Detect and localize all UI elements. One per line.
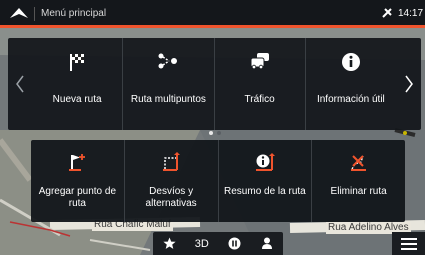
tile-label: Agregar punto de ruta (38, 186, 117, 209)
clock: 14:17 (398, 8, 424, 19)
pause-button[interactable] (218, 232, 251, 255)
tile-label: Resumo de la ruta (224, 186, 306, 197)
map-toolbar: 3D (153, 232, 283, 255)
tile-label: Tráfico (244, 94, 275, 105)
useful-info-button[interactable]: Información útil (304, 38, 396, 130)
add-waypoint-button[interactable]: Agregar punto de ruta (31, 140, 124, 222)
chevron-right-icon (405, 75, 413, 93)
detours-button[interactable]: Desvíos y alternativas (123, 140, 218, 222)
tile-label: Nueva ruta (52, 94, 102, 105)
delete-route-button[interactable]: Eliminar ruta (311, 140, 405, 222)
main-menu-panel: Nueva ruta Ruta multipuntos Tráfico Info… (8, 38, 421, 135)
traffic-cars-icon (250, 53, 269, 70)
divider (34, 7, 35, 21)
star-icon (163, 237, 176, 249)
chevron-left-icon (16, 75, 24, 93)
page-dot (208, 131, 213, 135)
page-dot (216, 131, 221, 135)
pause-icon (228, 237, 241, 250)
user-button[interactable] (251, 232, 284, 255)
next-page-button[interactable] (397, 38, 421, 130)
back-arrow-icon[interactable] (8, 6, 30, 20)
route-summary-icon (255, 153, 275, 171)
route-menu-panel: Agregar punto de ruta Desvíos y alternat… (31, 140, 405, 222)
tile-label: Desvíos y alternativas (145, 186, 197, 209)
tile-label: Eliminar ruta (330, 186, 387, 197)
tile-label: Información útil (316, 94, 385, 105)
tile-label: Ruta multipuntos (130, 94, 206, 105)
main-menu-button[interactable] (392, 232, 425, 255)
gps-signal-icon (382, 8, 392, 18)
previous-page-button[interactable] (8, 38, 32, 130)
traffic-button[interactable]: Tráfico (213, 38, 305, 130)
hamburger-menu-icon (400, 237, 417, 250)
screen-title: Menú principal (41, 8, 107, 19)
route-summary-button[interactable]: Resumo de la ruta (217, 140, 312, 222)
status-bar: Menú principal 14:17 (0, 0, 425, 28)
detour-icon (163, 152, 181, 171)
favorites-button[interactable] (153, 232, 186, 255)
new-route-button[interactable]: Nueva ruta (32, 38, 122, 130)
person-icon (261, 237, 272, 249)
add-waypoint-icon (69, 154, 86, 171)
delete-route-icon (350, 155, 366, 171)
page-indicator (8, 122, 421, 140)
multipoint-route-icon (158, 53, 178, 69)
multipoint-route-button[interactable]: Ruta multipuntos (122, 38, 213, 130)
checkered-flag-icon (70, 54, 85, 71)
view-mode-button[interactable]: 3D (186, 232, 219, 255)
accent-bar (0, 25, 425, 28)
info-icon (341, 53, 360, 71)
